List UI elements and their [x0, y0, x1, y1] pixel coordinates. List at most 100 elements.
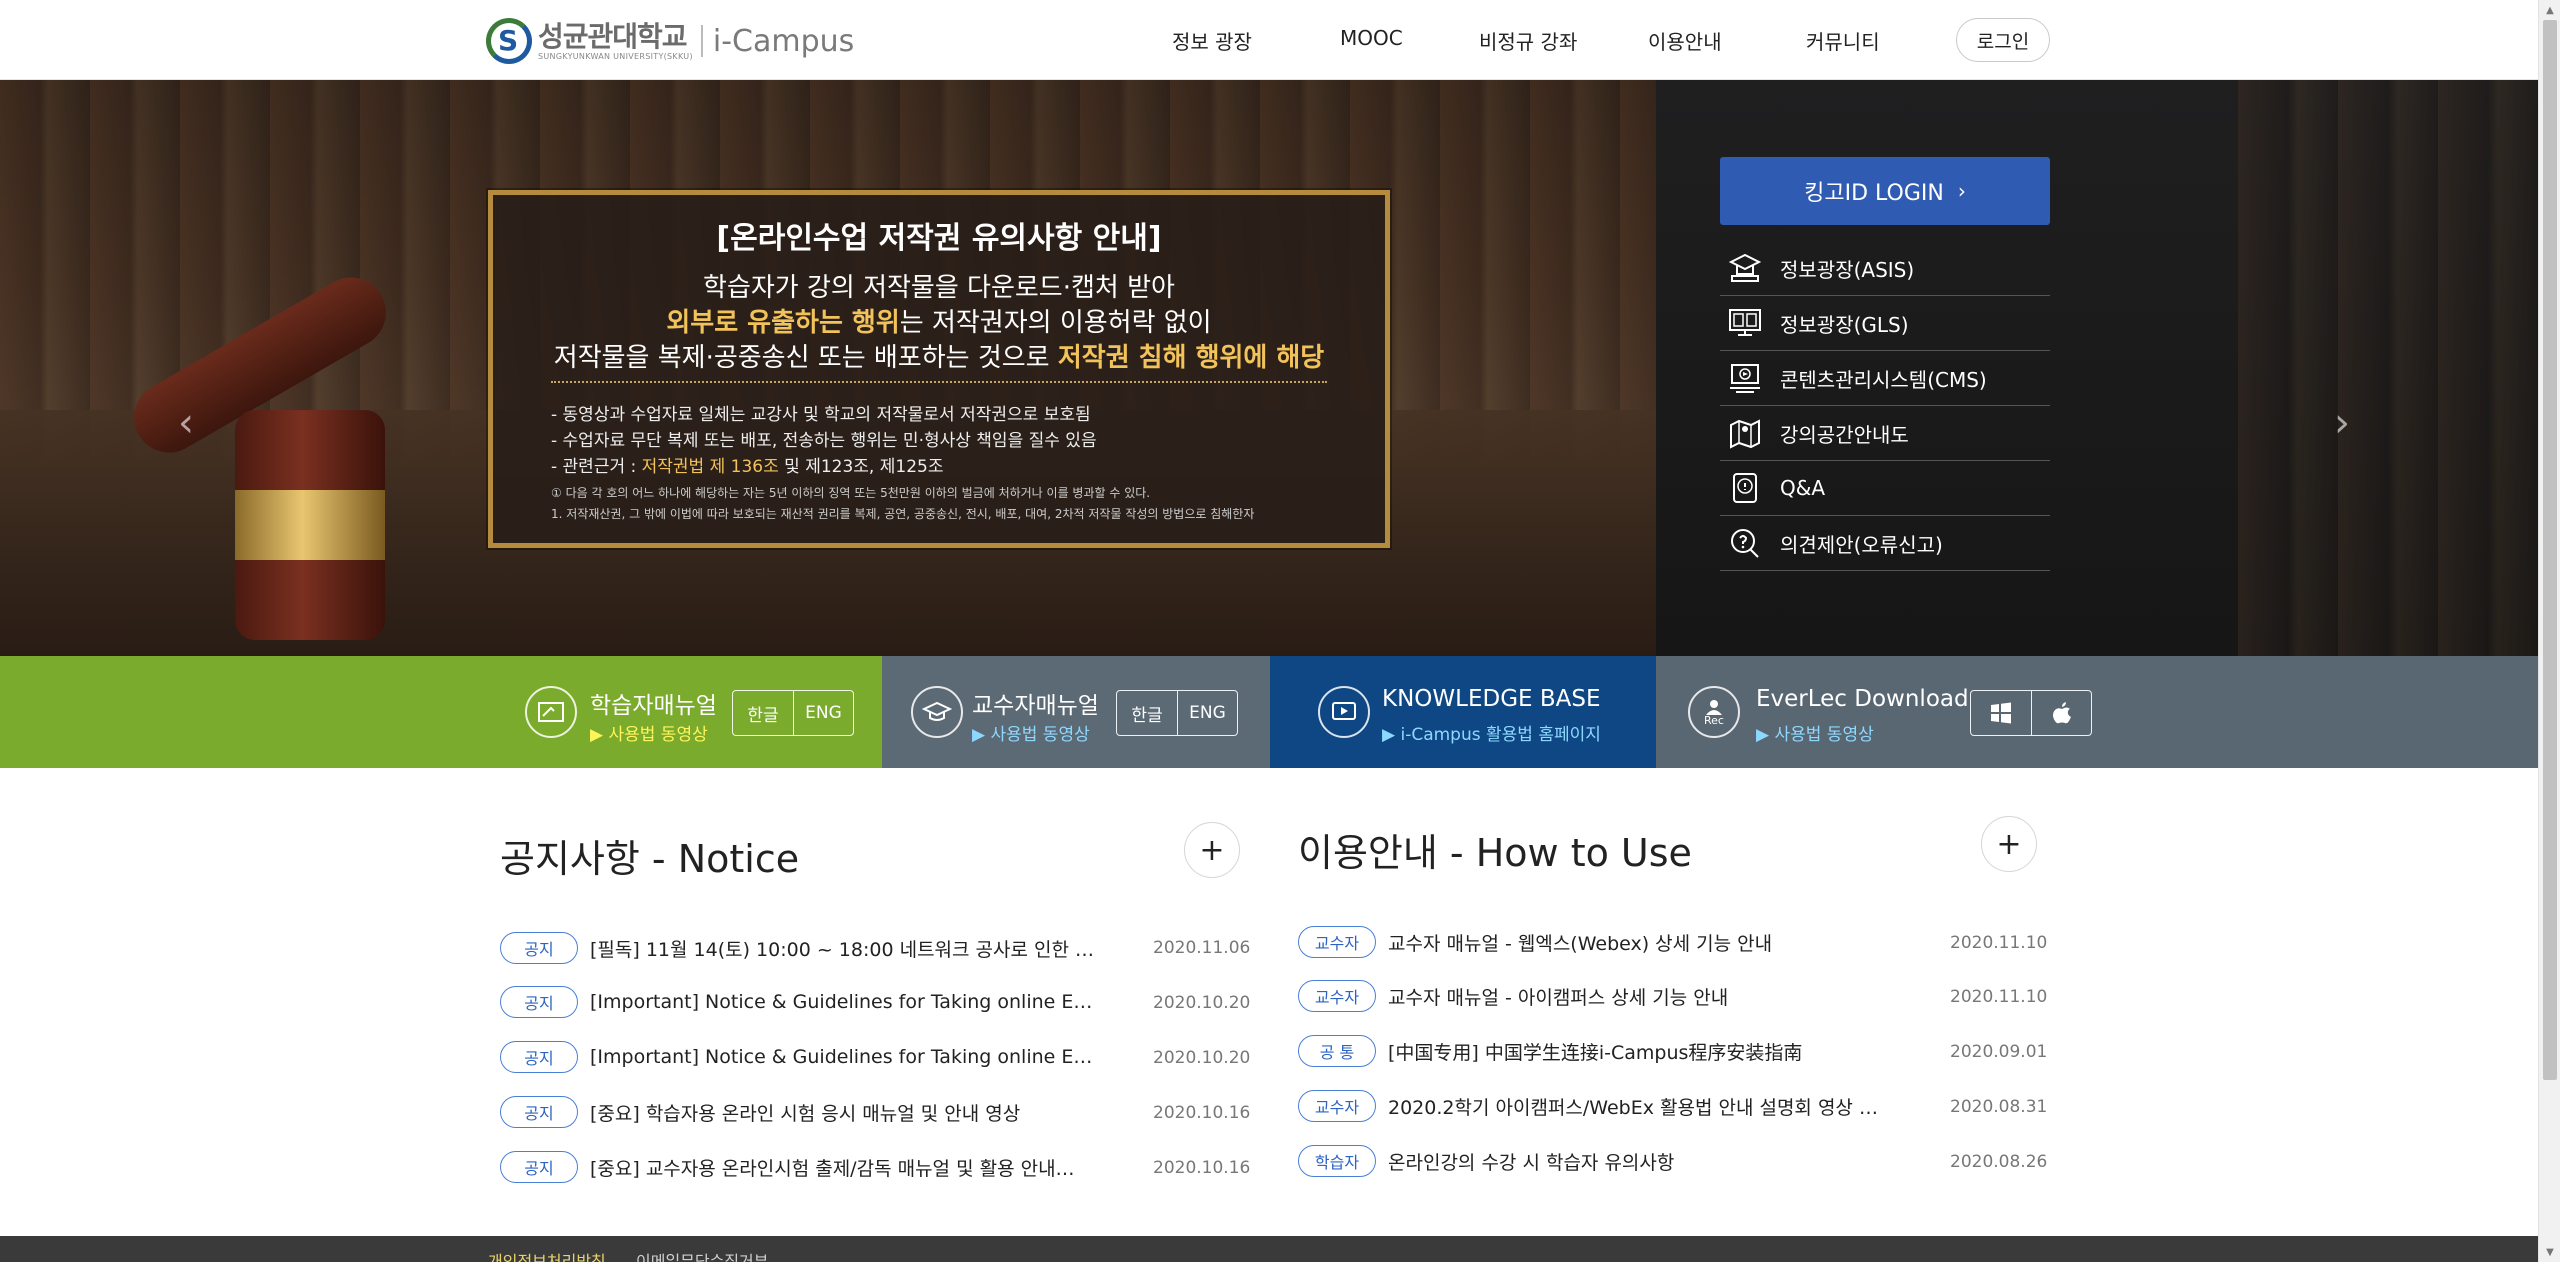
mac-download-button[interactable] — [2031, 691, 2091, 735]
howto-row[interactable]: 교수자 교수자 매뉴얼 - 웹엑스(Webex) 상세 기능 안내 — [1298, 925, 1898, 959]
quick-link-suggestion[interactable]: 의견제안(오류신고) — [1720, 516, 2050, 571]
student-manual-icon — [525, 686, 577, 738]
kingo-id-login-button[interactable]: 킹고ID LOGIN › — [1720, 157, 2050, 225]
quick-link-qna[interactable]: Q&A — [1720, 461, 2050, 516]
logo-divider — [700, 25, 703, 57]
banner-divider — [551, 381, 1327, 383]
nav-info-plaza[interactable]: 정보 광장 — [1172, 26, 1252, 55]
windows-download-button[interactable] — [1971, 691, 2031, 735]
howto-more-button[interactable]: + — [1981, 816, 2037, 872]
nav-community[interactable]: 커뮤니티 — [1806, 26, 1880, 55]
logo-english-name: SUNGKYUNKWAN UNIVERSITY(SKKU) — [538, 51, 693, 61]
everlec-title[interactable]: EverLec Download — [1756, 686, 1969, 712]
notice-row[interactable]: 공지 [Important] Notice & Guidelines for T… — [500, 1040, 1100, 1074]
banner-line-1: 학습자가 강의 저작물을 다운로드·캡처 받아 — [703, 273, 1175, 303]
howto-row[interactable]: 교수자 교수자 매뉴얼 - 아이캠퍼스 상세 기능 안내 — [1298, 979, 1898, 1013]
notice-tag: 공지 — [500, 1096, 578, 1128]
howto-title: 이용안내 - How to Use — [1298, 831, 1692, 875]
banner-title: [온라인수업 저작권 유의사항 안내] — [716, 221, 1162, 256]
chevron-right-icon: › — [1957, 179, 1966, 203]
howto-row-title[interactable]: 2020.2학기 아이캠퍼스/WebEx 활용법 안내 설명회 영상 … — [1388, 1093, 1878, 1120]
notice-row[interactable]: 공지 [중요] 교수자용 온라인시험 출제/감독 매뉴얼 및 활용 안내… — [500, 1150, 1100, 1184]
slider-next-arrow-icon[interactable]: › — [2334, 400, 2350, 446]
notice-row-date: 2020.10.20 — [1153, 993, 1251, 1013]
copyright-notice-banner[interactable]: [온라인수업 저작권 유의사항 안내] 학습자가 강의 저작물을 다운로드·캡처… — [488, 190, 1390, 548]
notice-row[interactable]: 공지 [Important] Notice & Guidelines for T… — [500, 985, 1100, 1019]
quick-link-label: 정보광장(ASIS) — [1780, 257, 1915, 282]
scroll-down-arrow-icon[interactable]: ▼ — [2539, 1242, 2560, 1262]
notice-row[interactable]: 공지 [필독] 11월 14(토) 10:00 ~ 18:00 네트워크 공사로… — [500, 931, 1100, 965]
page: S 성균관대학교 SUNGKYUNKWAN UNIVERSITY(SKKU) i… — [0, 0, 2560, 1262]
howto-row-title[interactable]: 교수자 매뉴얼 - 아이캠퍼스 상세 기능 안내 — [1388, 983, 1728, 1010]
howto-tag: 공 통 — [1298, 1035, 1376, 1067]
logo-icampus: i-Campus — [712, 23, 855, 59]
student-manual-english-button[interactable]: ENG — [793, 691, 853, 735]
banner-law-text-1: ① 다음 각 호의 어느 하나에 해당하는 자는 5년 이하의 징역 또는 5천… — [551, 486, 1151, 500]
skku-logo[interactable]: S 성균관대학교 SUNGKYUNKWAN UNIVERSITY(SKKU) i… — [486, 14, 854, 68]
howto-row-date: 2020.11.10 — [1950, 933, 2048, 953]
video-play-icon — [1318, 686, 1370, 738]
scroll-up-arrow-icon[interactable]: ▲ — [2539, 0, 2560, 20]
teacher-manual-video-link[interactable]: ▶ 사용법 동영상 — [972, 720, 1090, 745]
howto-row[interactable]: 공 통 [中国专用] 中国学生连接i-Campus程序安装指南 — [1298, 1034, 1898, 1068]
everlec-download-band: Rec EverLec Download ▶ 사용법 동영상 — [1656, 656, 2538, 768]
quick-link-classroom-map[interactable]: 강의공간안내도 — [1720, 406, 2050, 461]
notice-row-date: 2020.10.16 — [1153, 1103, 1251, 1123]
teacher-manual-title[interactable]: 교수자매뉴얼 — [972, 686, 1099, 720]
howto-row-title[interactable]: [中国专用] 中国学生连接i-Campus程序安装指南 — [1388, 1038, 1802, 1065]
knowledge-base-link[interactable]: ▶ i-Campus 활용법 홈페이지 — [1382, 720, 1601, 745]
knowledge-base-title[interactable]: KNOWLEDGE BASE — [1382, 686, 1601, 712]
howto-tag: 교수자 — [1298, 926, 1376, 958]
quick-link-label: 콘텐츠관리시스템(CMS) — [1780, 367, 1987, 392]
notice-row-title[interactable]: [중요] 교수자용 온라인시험 출제/감독 매뉴얼 및 활용 안내… — [590, 1154, 1075, 1181]
teacher-manual-english-button[interactable]: ENG — [1177, 691, 1237, 735]
slider-prev-arrow-icon[interactable]: ‹ — [178, 400, 194, 446]
notice-row-date: 2020.10.20 — [1153, 1048, 1251, 1068]
site-header: S 성균관대학교 SUNGKYUNKWAN UNIVERSITY(SKKU) i… — [0, 0, 2538, 80]
banner-bullet-2: - 수업자료 무단 복제 또는 배포, 전송하는 행위는 민·형사상 책임을 질… — [551, 431, 1097, 451]
quick-link-list: 정보광장(ASIS) 정보광장(GLS) 콘텐츠관리시스템(CMS) 강의공간안… — [1720, 241, 2050, 571]
student-manual-title[interactable]: 학습자매뉴얼 — [590, 686, 717, 720]
scroll-thumb[interactable] — [2543, 20, 2557, 1080]
quick-link-asis[interactable]: 정보광장(ASIS) — [1720, 241, 2050, 296]
notice-row[interactable]: 공지 [중요] 학습자용 온라인 시험 응시 매뉴얼 및 안내 영상 — [500, 1095, 1100, 1129]
quick-link-gls[interactable]: 정보광장(GLS) — [1720, 296, 2050, 351]
cms-icon — [1724, 359, 1766, 397]
everlec-os-group — [1970, 690, 2092, 736]
qna-icon — [1724, 469, 1766, 507]
notice-row-title[interactable]: [중요] 학습자용 온라인 시험 응시 매뉴얼 및 안내 영상 — [590, 1099, 1020, 1126]
nav-non-regular-courses[interactable]: 비정규 강좌 — [1479, 26, 1577, 55]
knowledge-base-band[interactable]: KNOWLEDGE BASE ▶ i-Campus 활용법 홈페이지 — [1270, 656, 1656, 768]
howto-row-date: 2020.08.26 — [1950, 1152, 2048, 1172]
student-manual-video-link[interactable]: ▶ 사용법 동영상 — [590, 720, 708, 745]
notice-row-title[interactable]: [필독] 11월 14(토) 10:00 ~ 18:00 네트워크 공사로 인한… — [590, 935, 1094, 962]
notice-tag: 공지 — [500, 1041, 578, 1073]
notice-more-button[interactable]: + — [1184, 822, 1240, 878]
student-manual-lang-group: 한글 ENG — [732, 690, 854, 736]
student-manual-korean-button[interactable]: 한글 — [733, 691, 793, 735]
notice-row-title[interactable]: [Important] Notice & Guidelines for Taki… — [590, 1046, 1100, 1068]
howto-row[interactable]: 교수자 2020.2학기 아이캠퍼스/WebEx 활용법 안내 설명회 영상 … — [1298, 1089, 1898, 1123]
login-button[interactable]: 로그인 — [1956, 18, 2050, 62]
howto-row-title[interactable]: 교수자 매뉴얼 - 웹엑스(Webex) 상세 기능 안내 — [1388, 929, 1772, 956]
everlec-video-link[interactable]: ▶ 사용법 동영상 — [1756, 720, 1874, 745]
quick-link-label: 의견제안(오류신고) — [1780, 532, 1943, 557]
teacher-manual-korean-button[interactable]: 한글 — [1117, 691, 1177, 735]
notice-row-title[interactable]: [Important] Notice & Guidelines for Taki… — [590, 991, 1100, 1013]
howto-row[interactable]: 학습자 온라인강의 수강 시 학습자 유의사항 — [1298, 1144, 1898, 1178]
gls-icon — [1724, 304, 1766, 342]
howto-tag: 교수자 — [1298, 980, 1376, 1012]
quick-link-cms[interactable]: 콘텐츠관리시스템(CMS) — [1720, 351, 2050, 406]
graduation-cap-icon — [911, 686, 963, 738]
nav-mooc[interactable]: MOOC — [1340, 26, 1403, 50]
email-policy-link[interactable]: 이메일무단수집거부 — [636, 1248, 768, 1262]
howto-row-title[interactable]: 온라인강의 수강 시 학습자 유의사항 — [1388, 1148, 1674, 1175]
page-scrollbar[interactable]: ▲ ▼ — [2538, 0, 2560, 1262]
teacher-manual-lang-group: 한글 ENG — [1116, 690, 1238, 736]
howto-row-date: 2020.09.01 — [1950, 1042, 2048, 1062]
nav-usage-guide[interactable]: 이용안내 — [1648, 26, 1722, 55]
privacy-policy-link[interactable]: 개인정보처리방침 — [488, 1248, 606, 1262]
notice-row-date: 2020.11.06 — [1153, 938, 1251, 958]
everlec-rec-icon: Rec — [1688, 686, 1740, 738]
howto-tag: 학습자 — [1298, 1145, 1376, 1177]
